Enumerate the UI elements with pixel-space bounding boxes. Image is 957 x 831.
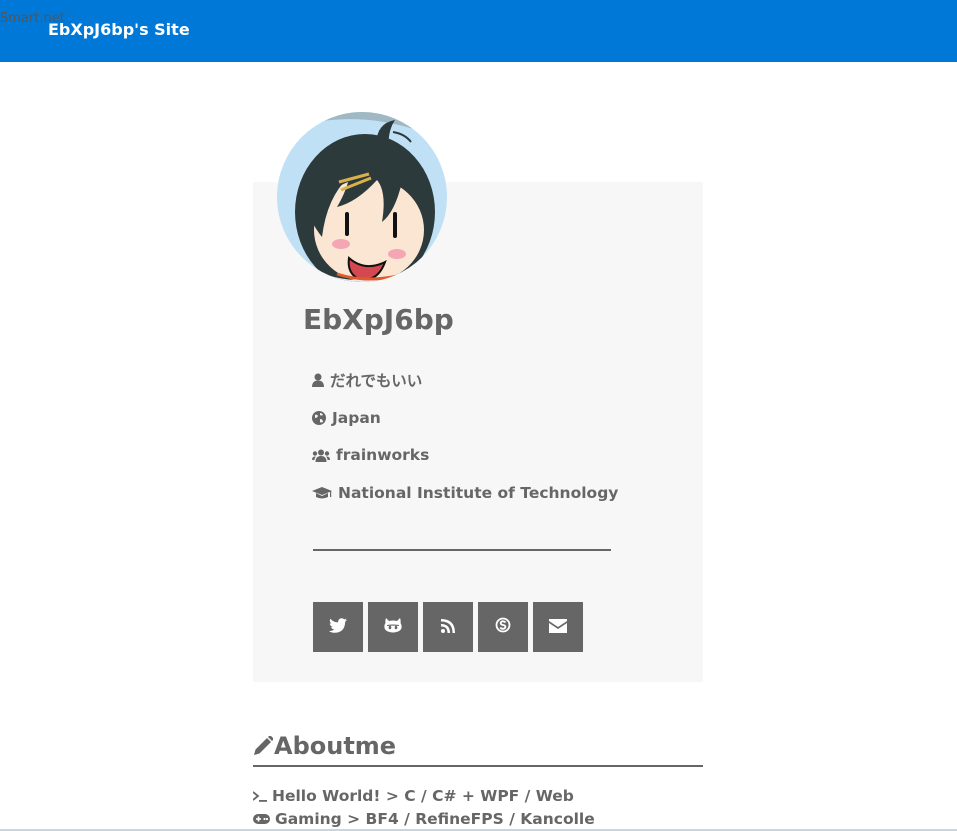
info-name-text: だれでもいい — [330, 372, 423, 390]
info-row-school: National Institute of Technology — [312, 481, 618, 505]
envelope-icon — [549, 618, 567, 637]
twitter-icon — [329, 617, 347, 637]
info-location-text: Japan — [332, 409, 381, 427]
user-icon — [312, 373, 324, 387]
about-divider — [253, 765, 703, 767]
github-icon — [384, 617, 402, 637]
email-button[interactable] — [533, 602, 583, 652]
avatar-image — [277, 112, 447, 282]
rss-icon — [441, 618, 455, 637]
profile-username: EbXpJ6bp — [303, 303, 454, 336]
skype-icon — [495, 617, 511, 637]
gamepad-icon — [253, 814, 270, 824]
info-row-location: Japan — [312, 406, 381, 430]
github-button[interactable] — [368, 602, 418, 652]
about-gaming-text: Gaming > BF4 / RefineFPS / Kancolle — [275, 810, 595, 828]
pencil-icon — [253, 736, 273, 756]
profile-divider — [313, 549, 611, 551]
globe-icon — [312, 411, 326, 425]
avatar — [277, 112, 447, 282]
site-title[interactable]: EbXpJ6bp's Site — [48, 20, 190, 39]
rss-button[interactable] — [423, 602, 473, 652]
terminal-icon — [253, 790, 267, 802]
graduation-cap-icon — [312, 486, 332, 500]
info-organization-text: frainworks — [336, 446, 430, 464]
info-row-name: だれでもいい — [312, 368, 422, 392]
about-heading: Aboutme — [253, 732, 396, 760]
twitter-button[interactable] — [313, 602, 363, 652]
about-line-gaming: Gaming > BF4 / RefineFPS / Kancolle — [253, 809, 595, 829]
about-programming-text: Hello World! > C / C# + WPF / Web — [272, 787, 574, 805]
skype-button[interactable] — [478, 602, 528, 652]
users-icon — [312, 449, 330, 462]
info-row-organization: frainworks — [312, 443, 429, 467]
about-line-programming: Hello World! > C / C# + WPF / Web — [253, 786, 574, 806]
about-heading-text: Aboutme — [274, 732, 397, 760]
info-school-text: National Institute of Technology — [338, 484, 619, 502]
